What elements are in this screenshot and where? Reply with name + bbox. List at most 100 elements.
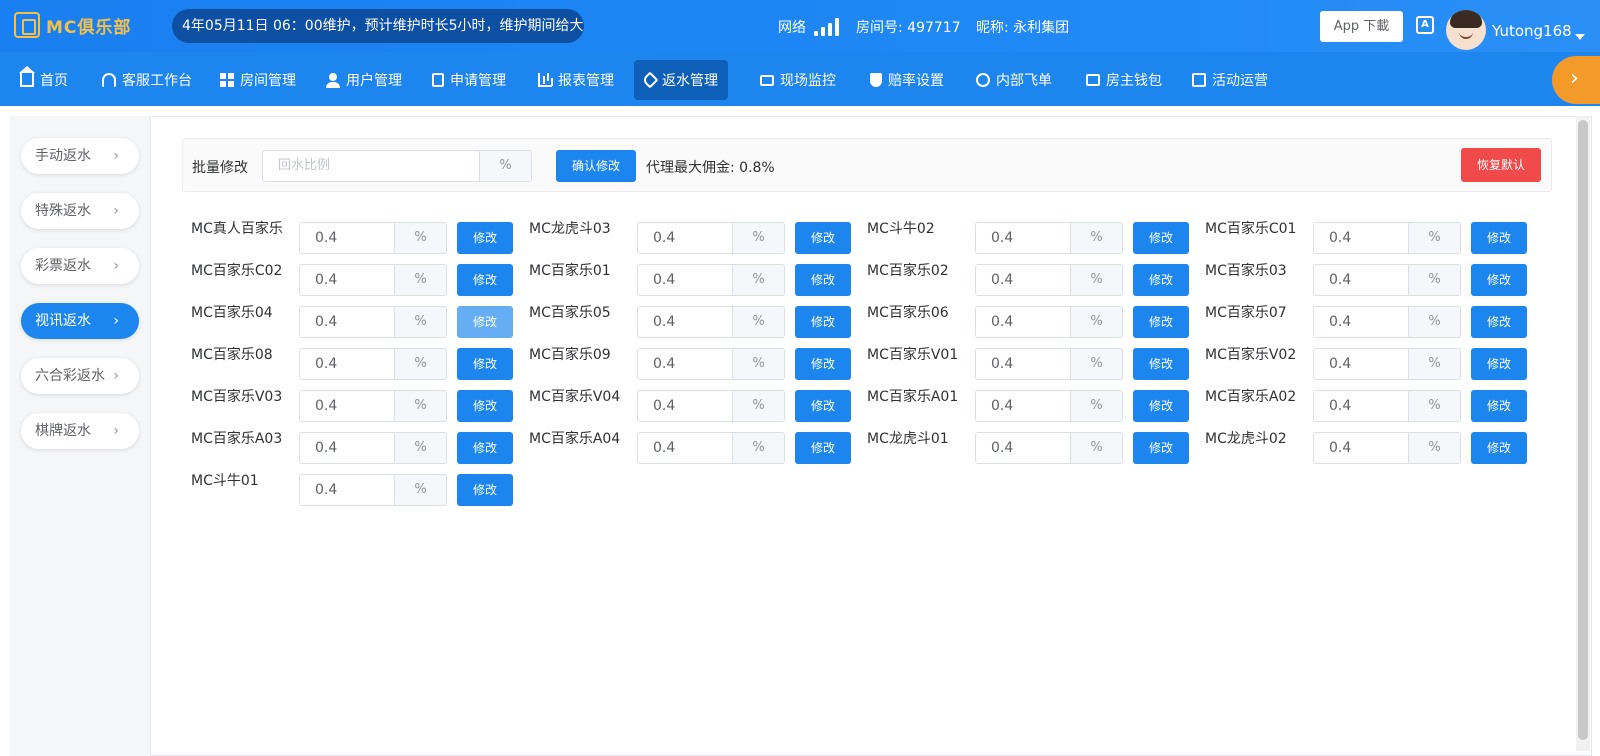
sidebar-item-1[interactable]: 手动返水 › xyxy=(21,138,139,174)
modify-button[interactable]: 修改 xyxy=(1471,432,1527,464)
logo[interactable]: MC俱乐部 xyxy=(14,12,131,38)
sidebar-item-2[interactable]: 特殊返水 › xyxy=(21,193,139,229)
modify-button[interactable]: 修改 xyxy=(795,222,851,254)
rebate-rate-input[interactable]: 0.4 xyxy=(637,348,733,380)
caret-down-icon[interactable] xyxy=(1575,34,1585,40)
rebate-rate-input[interactable]: 0.4 xyxy=(299,474,395,506)
logo-icon xyxy=(14,12,40,38)
nav-item-10[interactable]: 内部飞单 xyxy=(966,60,1062,100)
nav-item-11[interactable]: 房主钱包 xyxy=(1076,60,1172,100)
rebate-rate-input[interactable]: 0.4 xyxy=(299,432,395,464)
rebate-rate-input[interactable]: 0.4 xyxy=(975,432,1071,464)
modify-button[interactable]: 修改 xyxy=(457,264,513,296)
rebate-rate-input[interactable]: 0.4 xyxy=(975,348,1071,380)
modify-button[interactable]: 修改 xyxy=(795,264,851,296)
nav-label: 返水管理 xyxy=(662,73,718,89)
sidebar-item-label: 特殊返水 xyxy=(35,203,91,219)
rebate-rate-input[interactable]: 0.4 xyxy=(975,306,1071,338)
rebate-rate-input[interactable]: 0.4 xyxy=(1313,432,1409,464)
app-download-button[interactable]: App 下載 xyxy=(1320,11,1403,42)
sidebar-item-6[interactable]: 棋牌返水 › xyxy=(21,413,139,449)
rebate-rate-input[interactable]: 0.4 xyxy=(975,390,1071,422)
rebate-rate-input[interactable]: 0.4 xyxy=(1313,306,1409,338)
modify-button[interactable]: 修改 xyxy=(1471,306,1527,338)
logo-text: MC俱乐部 xyxy=(46,17,132,38)
rebate-item-name: MC百家乐03 xyxy=(1205,263,1287,279)
rebate-rate-input[interactable]: 0.4 xyxy=(1313,222,1409,254)
rebate-rate-input[interactable]: 0.4 xyxy=(299,348,395,380)
rebate-rate-input[interactable]: 0.4 xyxy=(637,264,733,296)
rebate-rate-input[interactable]: 0.4 xyxy=(1313,264,1409,296)
chevron-right-icon: › xyxy=(113,368,119,384)
rebate-item: MC斗牛02 0.4% 修改 xyxy=(867,221,1197,254)
rebate-rate-input[interactable]: 0.4 xyxy=(637,222,733,254)
chevron-right-icon: › xyxy=(113,203,119,219)
rebate-rate-input[interactable]: 0.4 xyxy=(975,222,1071,254)
rebate-item-name: MC百家乐V02 xyxy=(1205,347,1297,363)
language-icon[interactable]: A xyxy=(1416,16,1434,34)
modify-button[interactable]: 修改 xyxy=(1133,432,1189,464)
rebate-item: MC百家乐A02 0.4% 修改 xyxy=(1205,389,1535,422)
rebate-item: MC龙虎斗02 0.4% 修改 xyxy=(1205,431,1535,464)
chevron-right-icon[interactable]: › xyxy=(1552,56,1600,104)
modify-button[interactable]: 修改 xyxy=(1471,222,1527,254)
modify-button[interactable]: 修改 xyxy=(1133,306,1189,338)
modify-button[interactable]: 修改 xyxy=(1471,264,1527,296)
nav-item-9[interactable]: 赔率设置 xyxy=(860,60,954,100)
nav-item-7[interactable]: 返水管理 xyxy=(634,60,728,100)
sidebar-item-5[interactable]: 六合彩返水 › xyxy=(21,358,139,394)
modify-button[interactable]: 修改 xyxy=(1133,348,1189,380)
rebate-rate-input[interactable]: 0.4 xyxy=(975,264,1071,296)
rebate-rate-input[interactable]: 0.4 xyxy=(1313,390,1409,422)
modify-button[interactable]: 修改 xyxy=(1133,264,1189,296)
nav-item-6[interactable]: 报表管理 xyxy=(528,60,624,100)
avatar[interactable] xyxy=(1446,10,1486,50)
modify-button[interactable]: 修改 xyxy=(1471,348,1527,380)
rebate-rate-input[interactable]: 0.4 xyxy=(1313,348,1409,380)
nav-item-8[interactable]: 现场监控 xyxy=(750,60,846,100)
modify-button[interactable]: 修改 xyxy=(1471,390,1527,422)
modify-button[interactable]: 修改 xyxy=(457,432,513,464)
modify-button[interactable]: 修改 xyxy=(457,390,513,422)
percent-unit: % xyxy=(1409,432,1461,464)
rebate-rate-input[interactable]: 0.4 xyxy=(299,306,395,338)
rebate-rate-input[interactable]: 0.4 xyxy=(637,432,733,464)
rebate-item: MC百家乐V01 0.4% 修改 xyxy=(867,347,1197,380)
sidebar-item-label: 手动返水 xyxy=(35,148,91,164)
restore-default-button[interactable]: 恢复默认 xyxy=(1461,148,1541,182)
percent-unit: % xyxy=(1409,306,1461,338)
modify-button[interactable]: 修改 xyxy=(457,348,513,380)
rebate-rate-input[interactable]: 0.4 xyxy=(637,390,733,422)
rebate-item-name: MC百家乐A03 xyxy=(191,431,283,447)
rebate-rate-input[interactable]: 0.4 xyxy=(299,222,395,254)
sidebar-item-4[interactable]: 视讯返水 › xyxy=(21,303,139,339)
scrollbar-thumb[interactable] xyxy=(1578,120,1588,740)
sidebar-item-3[interactable]: 彩票返水 › xyxy=(21,248,139,284)
percent-unit: % xyxy=(395,474,447,506)
shield-icon xyxy=(870,73,882,87)
nav-item-3[interactable]: 房间管理 xyxy=(210,60,306,100)
confirm-batch-button[interactable]: 确认修改 xyxy=(556,150,636,182)
nav-item-5[interactable]: 申请管理 xyxy=(422,60,516,100)
batch-rate-input[interactable]: 回水比例 xyxy=(262,150,480,182)
percent-unit: % xyxy=(1071,348,1123,380)
rebate-rate-input[interactable]: 0.4 xyxy=(299,390,395,422)
rebate-item-name: MC百家乐08 xyxy=(191,347,273,363)
rebate-item: MC百家乐06 0.4% 修改 xyxy=(867,305,1197,338)
nav-item-4[interactable]: 用户管理 xyxy=(316,60,412,100)
nav-item-1[interactable]: 首页 xyxy=(10,60,78,100)
modify-button[interactable]: 修改 xyxy=(457,222,513,254)
modify-button[interactable]: 修改 xyxy=(1133,390,1189,422)
modify-button[interactable]: 修改 xyxy=(795,390,851,422)
modify-button[interactable]: 修改 xyxy=(1133,222,1189,254)
username[interactable]: Yutong168 xyxy=(1492,22,1572,40)
modify-button[interactable]: 修改 xyxy=(795,348,851,380)
modify-button[interactable]: 修改 xyxy=(795,432,851,464)
modify-button[interactable]: 修改 xyxy=(795,306,851,338)
nav-item-2[interactable]: 客服工作台 xyxy=(92,60,202,100)
rebate-rate-input[interactable]: 0.4 xyxy=(299,264,395,296)
nav-item-12[interactable]: 活动运营 xyxy=(1182,60,1278,100)
modify-button[interactable]: 修改 xyxy=(457,306,513,338)
modify-button[interactable]: 修改 xyxy=(457,474,513,506)
rebate-rate-input[interactable]: 0.4 xyxy=(637,306,733,338)
